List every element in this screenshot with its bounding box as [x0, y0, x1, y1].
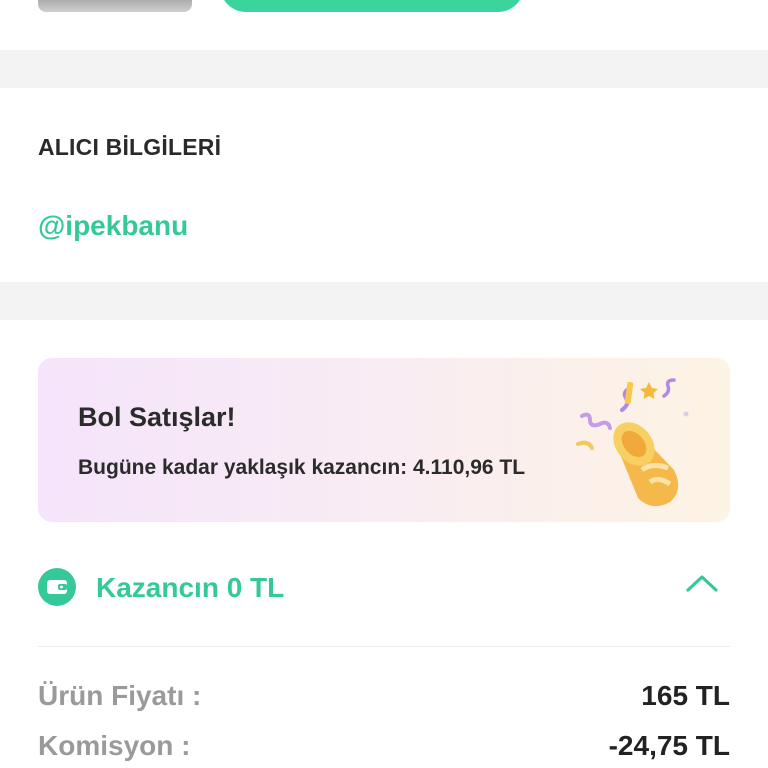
buyer-info-section: ALICI BİLGİLERİ @ipekbanu: [0, 88, 768, 282]
price-row: Ürün Fiyatı : 165 TL: [38, 680, 730, 720]
commission-row: Komisyon : -24,75 TL: [38, 730, 730, 768]
primary-action-button[interactable]: [220, 0, 524, 12]
earnings-toggle-row[interactable]: Kazancın 0 TL: [38, 562, 730, 612]
promo-title: Bol Satışlar!: [78, 402, 236, 432]
section-separator: [0, 282, 768, 320]
promo-banner: Bol Satışlar! Bugüne kadar yaklaşık kaza…: [38, 358, 730, 522]
commission-value: -24,75 TL: [608, 730, 730, 761]
promo-text: Bugüne kadar yaklaşık kazancın: 4.110,96…: [78, 456, 526, 479]
commission-label: Komisyon :: [38, 730, 191, 761]
buyer-username-link[interactable]: @ipekbanu: [38, 210, 188, 242]
party-popper-icon: [576, 378, 689, 507]
buyer-info-title: ALICI BİLGİLERİ: [38, 134, 222, 160]
section-separator: [0, 50, 768, 88]
wallet-icon: [38, 568, 76, 606]
earnings-label: Kazancın 0 TL: [96, 572, 285, 603]
product-thumbnail[interactable]: [38, 0, 192, 12]
price-label: Ürün Fiyatı :: [38, 680, 202, 711]
chevron-up-icon[interactable]: [682, 568, 722, 598]
top-strip: [0, 0, 768, 50]
price-value: 165 TL: [641, 680, 730, 711]
divider: [38, 646, 730, 647]
